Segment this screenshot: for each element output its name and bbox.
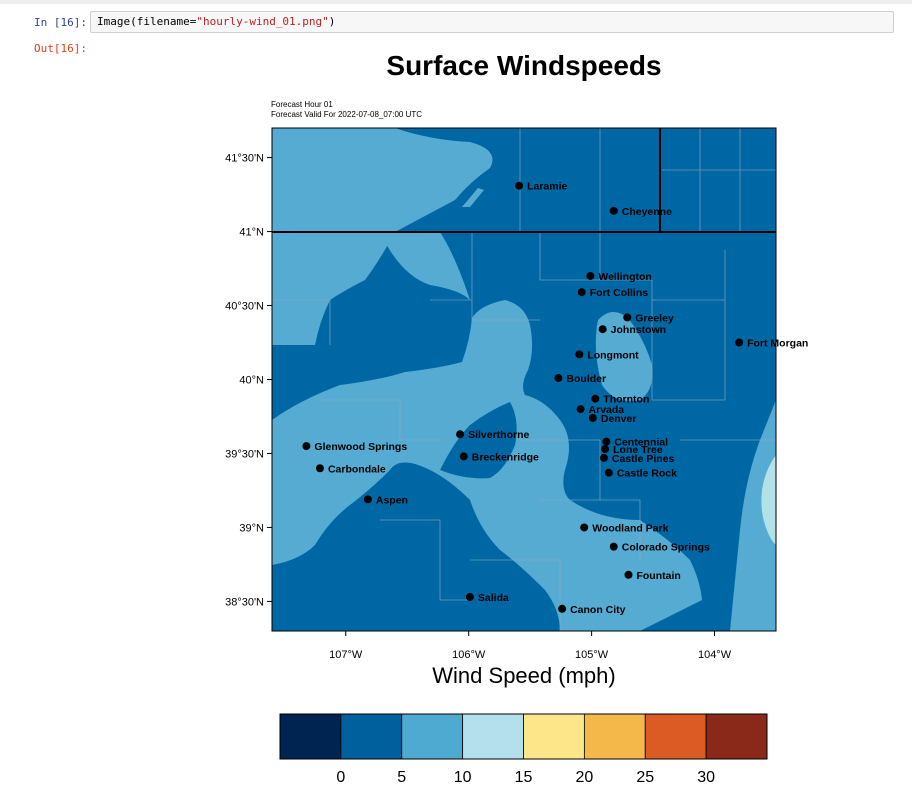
lat-tick-label: 40°N bbox=[239, 375, 264, 387]
colorbar-label: 30 bbox=[697, 769, 716, 786]
city-label: Silverthorne bbox=[468, 429, 529, 441]
city-dot bbox=[609, 542, 618, 551]
colorbar-label: 20 bbox=[575, 769, 594, 786]
colorbar-segment bbox=[401, 713, 464, 760]
city-silverthorne: Silverthorne bbox=[456, 429, 530, 441]
lat-tick-label: 38°30'N bbox=[225, 596, 264, 608]
city-glenwood-springs: Glenwood Springs bbox=[302, 441, 407, 453]
city-label: Carbondale bbox=[328, 463, 386, 475]
city-dot bbox=[515, 181, 524, 190]
city-label: Colorado Springs bbox=[622, 542, 710, 554]
x-axis-label: Wind Speed (mph) bbox=[432, 663, 616, 688]
colorbar-segment bbox=[340, 713, 403, 760]
city-dot bbox=[459, 452, 468, 461]
city-label: Woodland Park bbox=[592, 522, 668, 534]
city-label: Salida bbox=[478, 592, 509, 604]
city-woodland-park: Woodland Park bbox=[580, 522, 669, 534]
city-breckenridge: Breckenridge bbox=[459, 451, 539, 463]
latitude-axis: 41°30'N 41°N 40°30'N 40°N 39°30'N 39°N 38°30'N bbox=[225, 153, 272, 608]
city-label: Wellington bbox=[598, 271, 651, 283]
colorbar-label: 0 bbox=[336, 769, 346, 786]
colorbar-segment bbox=[462, 713, 524, 760]
lat-tick-label: 40°30'N bbox=[225, 301, 264, 313]
colorbar bbox=[279, 713, 768, 760]
city-colorado-springs: Colorado Springs bbox=[609, 542, 710, 554]
city-dot bbox=[302, 442, 311, 451]
city-dot bbox=[602, 437, 611, 446]
city-label: Fountain bbox=[636, 570, 680, 582]
city-dot bbox=[623, 313, 632, 322]
city-dot bbox=[465, 592, 474, 601]
lon-tick-label: 105°W bbox=[575, 649, 609, 661]
colorbar-label: 25 bbox=[636, 769, 655, 786]
lat-tick-label: 41°N bbox=[239, 227, 264, 239]
colorbar-segment bbox=[583, 713, 646, 760]
longitude-axis: 107°W 106°W 105°W 104°W bbox=[329, 631, 732, 661]
colorbar-segment bbox=[523, 713, 585, 760]
city-dot bbox=[591, 394, 600, 403]
city-label: Castle Rock bbox=[617, 468, 677, 480]
city-dot bbox=[599, 453, 608, 462]
city-label: Boulder bbox=[566, 373, 606, 385]
city-dot bbox=[580, 523, 589, 532]
city-dot bbox=[624, 570, 633, 579]
lon-tick-label: 107°W bbox=[329, 649, 363, 661]
colorbar-label: 15 bbox=[514, 769, 533, 786]
city-label: Castle Pines bbox=[612, 453, 675, 465]
city-dot bbox=[315, 464, 324, 473]
city-label: Canon City bbox=[570, 604, 626, 616]
lat-tick-label: 39°N bbox=[239, 522, 264, 534]
lon-tick-label: 106°W bbox=[452, 649, 486, 661]
city-dot bbox=[554, 374, 563, 383]
city-label: Cheyenne bbox=[622, 206, 672, 218]
city-label: Greeley bbox=[635, 312, 674, 324]
city-label: Fort Collins bbox=[590, 287, 648, 299]
city-dot bbox=[363, 495, 372, 504]
city-castle-pines: Castle Pines bbox=[599, 453, 675, 465]
city-dot bbox=[576, 405, 585, 414]
colorbar-label: 10 bbox=[453, 769, 472, 786]
city-dot bbox=[588, 413, 597, 422]
colorbar-label: 5 bbox=[397, 769, 407, 786]
city-label: Laramie bbox=[527, 181, 567, 193]
city-label: Aspen bbox=[376, 494, 408, 506]
city-dot bbox=[575, 350, 584, 359]
city-dot bbox=[601, 445, 610, 454]
city-dot bbox=[735, 338, 744, 347]
colorbar-segment bbox=[644, 713, 707, 760]
city-dot bbox=[609, 206, 618, 215]
colorbar-segment bbox=[279, 713, 342, 760]
lat-tick-label: 39°30'N bbox=[225, 448, 264, 460]
city-label: Longmont bbox=[587, 349, 639, 361]
city-dot bbox=[456, 430, 465, 439]
city-label: Fort Morgan bbox=[747, 338, 808, 350]
city-label: Denver bbox=[601, 413, 637, 425]
city-dot bbox=[577, 288, 586, 297]
lon-tick-label: 104°W bbox=[698, 649, 732, 661]
lat-tick-label: 41°30'N bbox=[225, 153, 264, 165]
map-contour-fill bbox=[272, 128, 776, 631]
city-dot bbox=[558, 604, 567, 613]
colorbar-segment bbox=[705, 713, 768, 760]
city-dot bbox=[604, 468, 613, 477]
city-dot bbox=[598, 325, 607, 334]
city-label: Breckenridge bbox=[472, 451, 539, 463]
city-dot bbox=[586, 271, 595, 280]
city-label: Glenwood Springs bbox=[314, 441, 407, 453]
city-label: Johnstown bbox=[611, 324, 666, 336]
